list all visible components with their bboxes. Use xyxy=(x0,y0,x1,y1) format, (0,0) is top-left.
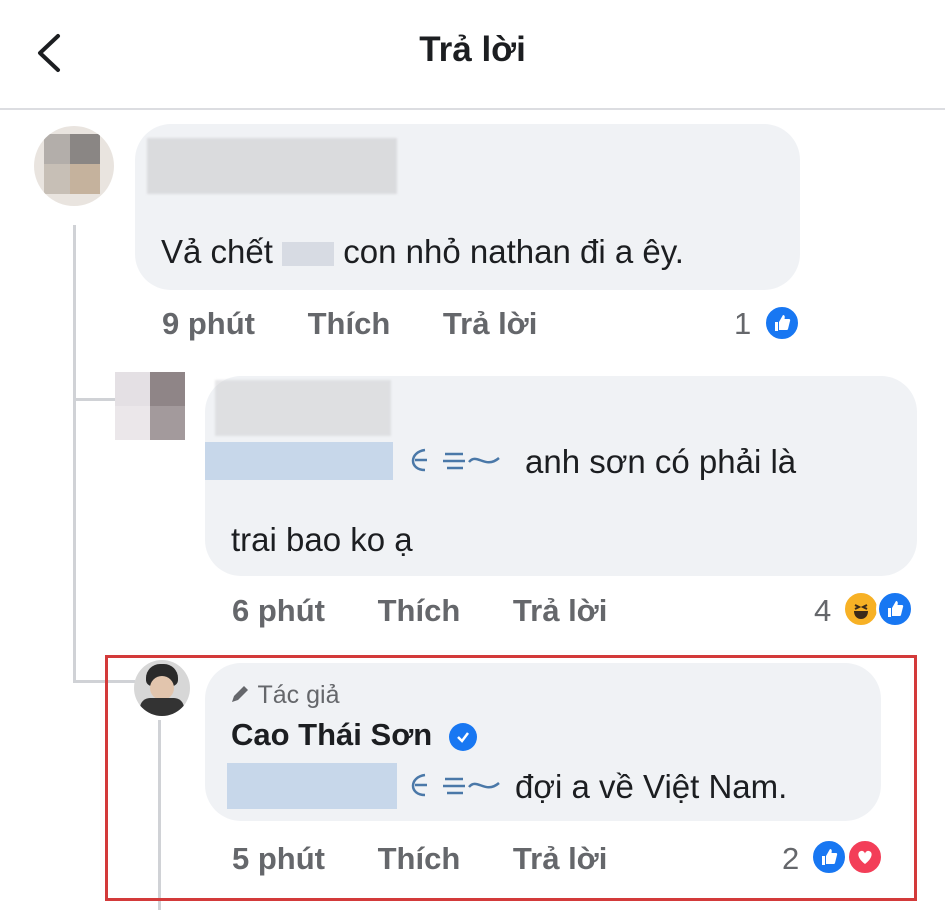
comment-time[interactable]: 6 phút xyxy=(232,593,325,628)
thread-line xyxy=(73,225,76,680)
like-button[interactable]: Thích xyxy=(308,306,391,341)
comment-text: anh sơn có phải là xyxy=(525,443,797,480)
reaction-count[interactable]: 1 xyxy=(734,306,751,342)
like-button[interactable]: Thích xyxy=(378,841,461,876)
author-name[interactable]: Cao Thái Sơn xyxy=(231,717,432,752)
reply-button[interactable]: Trả lời xyxy=(513,841,607,876)
reaction-count[interactable]: 4 xyxy=(814,593,831,629)
thread-connector xyxy=(73,398,115,401)
comment-text: con nhỏ nathan đi a êy. xyxy=(343,233,684,270)
comment-time[interactable]: 5 phút xyxy=(232,841,325,876)
author-avatar[interactable] xyxy=(134,660,190,716)
reply-button[interactable]: Trả lời xyxy=(443,306,537,341)
author-badge: Tác giả xyxy=(229,681,339,710)
top-bar: Trả lời xyxy=(0,0,945,110)
comment-bubble: Tác giả Cao Thái Sơn đợi a về Việt Nam. xyxy=(205,663,881,821)
comment-text: đợi a về Việt Nam. xyxy=(515,768,788,805)
author-badge-label: Tác giả xyxy=(257,681,340,709)
comment-time[interactable]: 9 phút xyxy=(162,306,255,341)
like-button[interactable]: Thích xyxy=(378,593,461,628)
love-icon xyxy=(846,838,884,876)
comment-bubble: anh sơn có phải là trai bao ko ạ xyxy=(205,376,917,576)
comment-bubble: Vả chết con nhỏ nathan đi a êy. xyxy=(135,124,800,290)
author-name-row: Cao Thái Sơn xyxy=(231,717,477,753)
mention-tag[interactable] xyxy=(205,442,393,480)
wave-icon xyxy=(403,442,503,478)
mention-tag[interactable] xyxy=(227,763,397,809)
comment-text: Vả chết xyxy=(161,233,273,270)
like-icon xyxy=(763,304,801,342)
haha-icon xyxy=(842,590,880,628)
censored-text xyxy=(282,242,335,267)
avatar[interactable] xyxy=(115,372,185,440)
page-title: Trả lời xyxy=(419,30,526,69)
comment-actions: 9 phút Thích Trả lời xyxy=(162,306,537,342)
commenter-name[interactable] xyxy=(147,138,397,194)
like-icon xyxy=(876,590,914,628)
comment-actions: 6 phút Thích Trả lời xyxy=(232,593,607,629)
reaction-count[interactable]: 2 xyxy=(782,841,799,877)
like-icon xyxy=(810,838,848,876)
commenter-name[interactable] xyxy=(215,380,391,436)
comment-actions: 5 phút Thích Trả lời xyxy=(232,841,607,877)
avatar[interactable] xyxy=(34,126,114,206)
reply-button[interactable]: Trả lời xyxy=(513,593,607,628)
pencil-icon xyxy=(232,686,248,702)
verified-icon xyxy=(448,722,477,751)
wave-icon xyxy=(403,767,503,803)
comment-text: trai bao ko ạ xyxy=(231,521,413,558)
